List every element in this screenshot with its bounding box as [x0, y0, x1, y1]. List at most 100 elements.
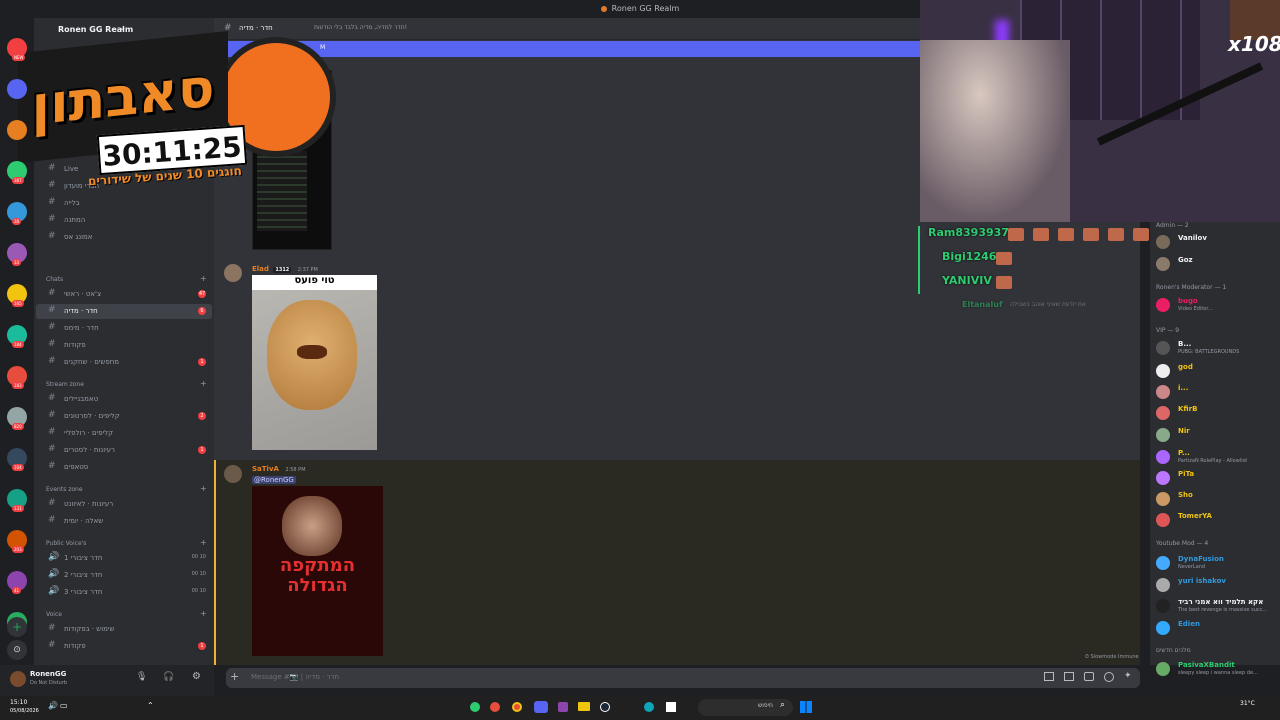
- channel-item[interactable]: 🔊 חדר ציבורי 3 00 10: [36, 585, 212, 600]
- network-icon[interactable]: ▭: [60, 701, 68, 710]
- channel-item[interactable]: # שימוש · בפקודות: [36, 622, 212, 637]
- add-channel-icon[interactable]: +: [200, 484, 207, 493]
- avatar: [1156, 578, 1170, 592]
- edge-icon[interactable]: [644, 702, 654, 712]
- app-icon[interactable]: [558, 702, 568, 712]
- channel-item[interactable]: # מחפשים · שחקנים 1: [36, 355, 212, 370]
- channel-item[interactable]: # חדר · מימס: [36, 321, 212, 336]
- message-composer[interactable]: + Message #📷 | חדר · מדיה ✦: [226, 668, 1140, 688]
- stream-chat-text: את יודעת שאיני אוהב בשבילה: [1010, 301, 1086, 308]
- avatar: [1156, 235, 1170, 249]
- member-item[interactable]: PiTa: [1156, 470, 1276, 488]
- chrome-icon[interactable]: [512, 702, 522, 712]
- message-input[interactable]: Message #📷 | חדר · מדיה: [251, 673, 339, 681]
- message-author[interactable]: SaTivA 2:58 PM: [252, 465, 306, 473]
- channel-label: טאמבניילים: [64, 395, 99, 403]
- member-item[interactable]: אקא תלמיד ווא אמני רביד The best revenge …: [1156, 598, 1276, 616]
- folder-icon[interactable]: [578, 702, 590, 711]
- add-channel-icon[interactable]: +: [200, 538, 207, 547]
- member-item[interactable]: B... PUBG: BATTLEGROUNDS: [1156, 340, 1276, 358]
- avatar: [1156, 406, 1170, 420]
- app-icon[interactable]: [666, 702, 676, 712]
- member-item[interactable]: P... PartizaN RolePlay - Allowlist: [1156, 449, 1276, 467]
- emote-icon: [1133, 228, 1149, 241]
- discord-icon[interactable]: [534, 701, 548, 713]
- channel-item[interactable]: # פקודות: [36, 338, 212, 353]
- microphone-icon[interactable]: 🎙: [136, 672, 147, 682]
- avatar[interactable]: [224, 264, 242, 282]
- member-item[interactable]: Goz: [1156, 256, 1276, 274]
- discover-icon[interactable]: ⊙: [7, 640, 27, 660]
- image-attachment[interactable]: טוי פועס: [252, 275, 377, 450]
- member-item[interactable]: TomerYA: [1156, 512, 1276, 530]
- channel-item[interactable]: # אמונג אס: [36, 230, 212, 245]
- category-label[interactable]: Events zone: [46, 486, 83, 493]
- channel-item[interactable]: # רעיונות · לסטרים 1: [36, 443, 212, 458]
- channel-item[interactable]: # המתנה: [36, 213, 212, 228]
- volume-icon[interactable]: 🔊: [48, 701, 58, 710]
- channel-item[interactable]: # פקודות 1: [36, 639, 212, 654]
- gear-icon[interactable]: ⚙: [192, 671, 201, 682]
- channel-item[interactable]: # קליפים · רולפליי: [36, 426, 212, 441]
- server-icon[interactable]: [7, 120, 27, 140]
- member-item[interactable]: i...: [1156, 384, 1276, 402]
- gif-icon[interactable]: [1064, 672, 1074, 681]
- member-item[interactable]: god: [1156, 363, 1276, 381]
- channel-label: רעיונות · לאיוונט: [64, 500, 114, 508]
- add-attachment-icon[interactable]: +: [230, 670, 239, 683]
- channel-item[interactable]: # חדר · מדיה 6: [36, 304, 212, 319]
- search-box[interactable]: חיפוש ⌕: [698, 699, 793, 716]
- member-item[interactable]: Sho: [1156, 491, 1276, 509]
- category-label[interactable]: Voice: [46, 611, 62, 618]
- app-icon[interactable]: [490, 702, 500, 712]
- avatar[interactable]: [10, 671, 26, 687]
- taskbar-date: 05/08/2026: [10, 708, 39, 714]
- member-item[interactable]: DynaFusion NeverLand: [1156, 555, 1276, 573]
- app-icon[interactable]: [470, 702, 480, 712]
- channel-item[interactable]: # צ'אט · ראשי 47: [36, 287, 212, 302]
- channel-item[interactable]: 🔊 חדר ציבורי 1 00 10: [36, 551, 212, 566]
- avatar[interactable]: [224, 465, 242, 483]
- category-label[interactable]: Chats: [46, 276, 63, 283]
- add-channel-icon[interactable]: +: [200, 379, 207, 388]
- add-server-icon[interactable]: +: [7, 617, 27, 637]
- steam-icon[interactable]: [600, 702, 610, 712]
- member-item[interactable]: Vanilov: [1156, 234, 1276, 252]
- poster-title: המתקפה הגדולה: [279, 555, 356, 596]
- windows-start-icon[interactable]: [800, 701, 812, 713]
- member-item[interactable]: Nir: [1156, 427, 1276, 445]
- avatar: [1156, 621, 1170, 635]
- chevron-up-icon[interactable]: ⌃: [147, 701, 154, 710]
- member-name: PasivaXBandit: [1178, 661, 1235, 669]
- message-author[interactable]: Elad 1312 2:37 PM: [252, 265, 318, 273]
- apps-icon[interactable]: ✦: [1124, 671, 1132, 681]
- server-icon: [600, 5, 607, 12]
- channel-item[interactable]: # שאלה · יומית: [36, 514, 212, 529]
- add-channel-icon[interactable]: +: [200, 609, 207, 618]
- channel-item[interactable]: # סטאפים: [36, 460, 212, 475]
- server-icon[interactable]: [7, 79, 27, 99]
- sticker-icon[interactable]: [1084, 672, 1094, 681]
- channel-item[interactable]: # קליפים · לסרטונים 2: [36, 409, 212, 424]
- channel-item[interactable]: # רעיונות · לאיוונט: [36, 497, 212, 512]
- add-channel-icon[interactable]: +: [200, 274, 207, 283]
- member-item[interactable]: PasivaXBandit sleepy sleep i wanna sleep …: [1156, 661, 1276, 679]
- avatar: [1156, 471, 1170, 485]
- channel-item[interactable]: # טאמבניילים: [36, 392, 212, 407]
- member-item[interactable]: Edien: [1156, 620, 1276, 638]
- emoji-icon[interactable]: [1104, 672, 1114, 682]
- member-item[interactable]: bugo Video Editor...: [1156, 297, 1276, 315]
- category-label[interactable]: Public Voice's: [46, 540, 86, 547]
- image-attachment[interactable]: המתקפה הגדולה: [252, 486, 383, 656]
- server-badge: 184: [12, 341, 24, 348]
- mention[interactable]: @RonenGG: [252, 476, 296, 484]
- gift-icon[interactable]: [1044, 672, 1054, 681]
- channel-item[interactable]: 🔊 חדר ציבורי 2 00 10: [36, 568, 212, 583]
- channel-label: סטאפים: [64, 463, 89, 471]
- headphones-icon[interactable]: 🎧: [163, 672, 174, 682]
- member-item[interactable]: KfirB: [1156, 405, 1276, 423]
- channel-label: חדר ציבורי 1: [64, 554, 103, 562]
- author-tag: 1312: [273, 267, 292, 273]
- category-label[interactable]: Stream zone: [46, 381, 84, 388]
- member-item[interactable]: yuri ishakov: [1156, 577, 1276, 595]
